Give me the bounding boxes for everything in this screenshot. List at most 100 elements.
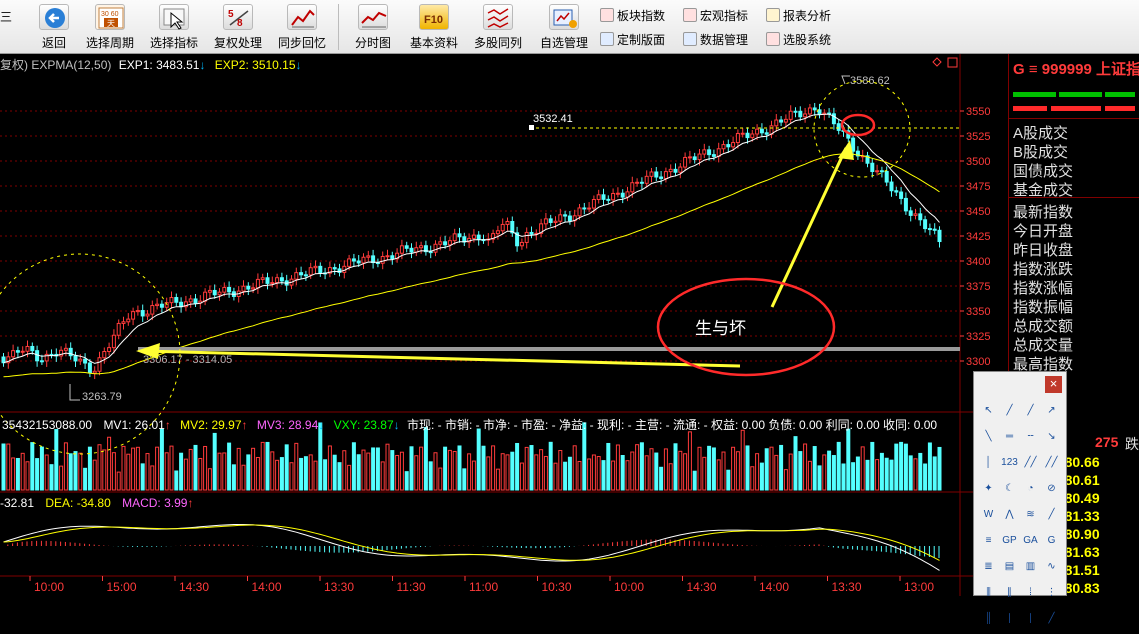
data-manage-button[interactable]: 数据管理 — [683, 30, 748, 48]
drawing-tool-icon[interactable]: ↘ — [1041, 426, 1062, 447]
drawing-tool-icon[interactable]: ╱ — [999, 400, 1020, 421]
stock-select-button[interactable]: 选股系统 — [766, 30, 831, 48]
drawing-tool-icon[interactable]: ✦ — [978, 478, 999, 499]
trade-count-suffix: 跌 — [1125, 436, 1139, 452]
report-analysis-button[interactable]: 报表分析 — [766, 6, 831, 24]
reference-line-handle[interactable] — [529, 125, 534, 130]
drawing-tool-icon[interactable]: ⋮ — [1041, 582, 1062, 603]
sync-review-button[interactable]: 同步回忆 — [276, 2, 328, 52]
drawing-tool-icon[interactable]: ↖ — [978, 400, 999, 421]
volume-bar — [467, 453, 472, 491]
drawing-tool-icon[interactable]: ≋ — [1020, 504, 1041, 525]
back-button[interactable]: 返回 — [36, 2, 72, 52]
drawing-tool-icon[interactable]: ⋀ — [999, 504, 1020, 525]
drawing-tool-icon[interactable]: G — [1041, 530, 1062, 551]
drawing-tool-icon[interactable]: ▤ — [999, 556, 1020, 577]
drawing-tool-icon[interactable]: ╲ — [978, 426, 999, 447]
kline-chart-area[interactable]: 3550 3525 3500 3475 3450 3425 3400 3375 3350 3325… — [0, 54, 1008, 596]
panel-toggle-icon[interactable] — [947, 57, 958, 68]
drawing-tool-icon[interactable]: ↗ — [1041, 400, 1062, 421]
volume-bar — [567, 456, 572, 491]
drawing-tool-icon[interactable]: ∣ — [999, 608, 1020, 629]
right-highlight-circle[interactable] — [813, 80, 911, 178]
drawing-tool-icon[interactable]: ╱╱ — [1041, 452, 1062, 473]
drawing-tool-icon[interactable]: ≣ — [978, 556, 999, 577]
index-title[interactable]: G ≡ 999999 上证指 — [1013, 58, 1139, 79]
minute-chart-button[interactable]: 分时图 — [350, 2, 396, 52]
candle-body — [735, 132, 740, 144]
volume-bar — [207, 468, 212, 491]
candle-body — [908, 210, 913, 216]
volume-bar — [255, 456, 260, 491]
drawing-tool-icon[interactable]: ╱╱ — [1020, 452, 1041, 473]
volume-bar — [188, 448, 193, 491]
drawing-tool-icon[interactable]: W — [978, 504, 999, 525]
volume-bar — [500, 453, 505, 491]
drawing-tool-icon[interactable]: ◔ — [1020, 478, 1041, 499]
select-period-button[interactable]: 30 60 天 选择周期 — [84, 2, 136, 52]
drawing-tool-icon[interactable]: ∥ — [999, 582, 1020, 603]
sector-index-button[interactable]: 板块指数 — [600, 6, 665, 24]
candle-body — [721, 144, 726, 150]
macro-indicator-button[interactable]: 宏观指标 — [683, 6, 748, 24]
drawing-tool-icon[interactable]: ☾ — [999, 478, 1020, 499]
drawing-tool-icon[interactable]: ╱ — [1020, 400, 1041, 421]
volume-bar — [807, 460, 812, 491]
minute-chart-label: 分时图 — [354, 36, 391, 50]
candle-body — [452, 233, 457, 242]
low-marker-line — [69, 384, 80, 401]
custom-layout-button[interactable]: 定制版面 — [600, 30, 665, 48]
drawing-tool-icon[interactable]: GP — [999, 530, 1020, 551]
macd-dif-line — [3, 524, 940, 571]
close-tools-button[interactable]: × — [1045, 376, 1062, 393]
candle-body — [385, 255, 390, 258]
price-axis-label: 3400 — [966, 256, 990, 268]
volume-bar — [827, 450, 832, 491]
volume-bar — [390, 450, 395, 491]
multi-stock-button[interactable]: 多股同列 — [472, 2, 524, 52]
candle-body — [798, 110, 803, 118]
drawing-tool-icon[interactable]: ╌ — [1020, 426, 1041, 447]
volume-bar — [457, 445, 462, 491]
candle-body — [519, 241, 524, 247]
drawing-tool-icon[interactable]: ⊘ — [1041, 478, 1062, 499]
candle-body — [702, 149, 707, 155]
select-indicator-button[interactable]: 选择指标 — [148, 2, 200, 52]
drawing-tool-icon[interactable]: ⫼ — [978, 582, 999, 603]
turnover-label: A股成交 — [1013, 125, 1069, 142]
drawing-tool-icon[interactable]: ═ — [999, 426, 1020, 447]
drawing-tool-icon[interactable]: ▥ — [1020, 556, 1041, 577]
candle-body — [270, 282, 275, 285]
breadth-bar-red-1 — [1013, 106, 1047, 111]
volume-bar — [865, 459, 870, 491]
drawing-tool-icon[interactable]: ∣ — [1020, 608, 1041, 629]
drawing-tool-icon[interactable]: ║ — [978, 608, 999, 629]
basic-info-button[interactable]: F10 基本资料 — [408, 2, 460, 52]
drawing-tool-icon[interactable]: ≡ — [978, 530, 999, 551]
drawing-tool-icon[interactable]: │ — [978, 452, 999, 473]
drawing-tool-icon[interactable]: GA — [1020, 530, 1041, 551]
diamond-icon[interactable] — [932, 57, 942, 67]
watchlist-manage-button[interactable]: 自选管理 — [536, 2, 592, 52]
candle-body — [630, 182, 635, 193]
volume-bar — [404, 471, 409, 491]
volume-bar — [399, 451, 404, 491]
drawing-tool-icon[interactable]: ╱ — [1041, 608, 1062, 629]
volume-bar — [577, 460, 582, 491]
drawing-tool-icon[interactable]: ╱ — [1041, 504, 1062, 525]
drawing-tool-icon[interactable]: ⁞ — [1020, 582, 1041, 603]
time-axis-label: 15:00 — [107, 580, 137, 594]
indicator-name: 复权) EXPMA(12,50) — [0, 58, 112, 72]
kline-chart-svg[interactable]: 3550 3525 3500 3475 3450 3425 3400 3375 3350 3325… — [0, 54, 1008, 596]
candle-body — [97, 357, 102, 372]
volume-bar — [481, 445, 486, 491]
volume-bar — [774, 454, 779, 491]
support-line-3300[interactable] — [138, 347, 960, 351]
candle-body — [140, 310, 145, 317]
candle-body — [366, 255, 371, 258]
drawing-tool-icon[interactable]: ∿ — [1041, 556, 1062, 577]
rights-adjust-button[interactable]: 58 复权处理 — [212, 2, 264, 52]
drawing-tool-icon[interactable]: 123 — [999, 452, 1020, 473]
time-axis-label: 14:30 — [179, 580, 209, 594]
candle-body — [726, 144, 731, 148]
